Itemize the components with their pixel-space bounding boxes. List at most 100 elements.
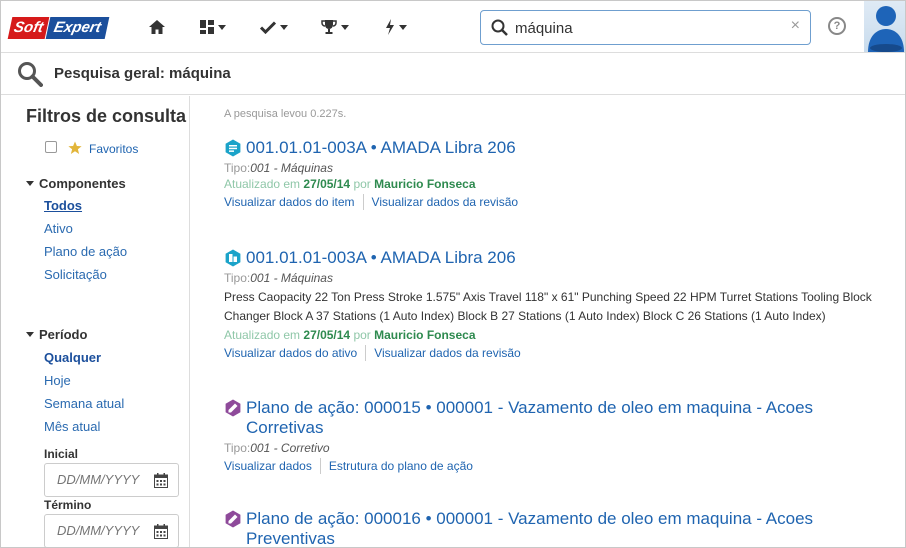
search-timing: A pesquisa levou 0.227s. bbox=[224, 108, 347, 120]
divider bbox=[362, 194, 364, 210]
start-date-input[interactable] bbox=[57, 472, 152, 487]
global-search-box[interactable]: × bbox=[480, 10, 811, 45]
component-filter-plano-de-acao[interactable]: Plano de ação bbox=[44, 244, 127, 259]
top-navbar: Soft Expert × ? bbox=[1, 1, 905, 53]
period-section-toggle[interactable]: Período bbox=[26, 327, 87, 342]
result-description: Press Caopacity 22 Ton Press Stroke 1.57… bbox=[224, 290, 872, 323]
softexpert-logo[interactable]: Soft Expert bbox=[7, 17, 124, 39]
favorites-label[interactable]: Favoritos bbox=[89, 142, 138, 156]
chevron-down-icon bbox=[280, 24, 288, 30]
result-title-link[interactable]: Plano de ação: 000016 • 000001 - Vazamen… bbox=[224, 509, 884, 548]
result-actions: Visualizar dados do ativo Visualizar dad… bbox=[224, 345, 884, 362]
quick-actions-menu-button[interactable] bbox=[385, 14, 407, 40]
user-avatar[interactable] bbox=[864, 1, 905, 52]
view-revision-data-link[interactable]: Visualizar dados da revisão bbox=[374, 346, 521, 362]
view-asset-data-link[interactable]: Visualizar dados do ativo bbox=[224, 346, 357, 362]
end-date-field[interactable] bbox=[44, 514, 179, 547]
view-item-data-link[interactable]: Visualizar dados do item bbox=[224, 195, 355, 211]
search-results: A pesquisa levou 0.227s. 001.01.01-003A … bbox=[191, 96, 905, 548]
checkmark-icon bbox=[260, 21, 276, 34]
type-label: Tipo: bbox=[224, 271, 251, 285]
period-filter-hoje[interactable]: Hoje bbox=[44, 373, 71, 388]
dashboard-menu-button[interactable] bbox=[200, 14, 226, 40]
logo-soft: Soft bbox=[7, 17, 50, 39]
logo-expert: Expert bbox=[45, 17, 110, 39]
dashboard-icon bbox=[200, 20, 214, 34]
page-title: Pesquisa geral: máquina bbox=[54, 65, 231, 82]
result-item: Plano de ação: 000016 • 000001 - Vazamen… bbox=[224, 509, 884, 548]
action-plan-icon bbox=[224, 510, 242, 528]
result-title: Plano de ação: 000016 • 000001 - Vazamen… bbox=[246, 509, 814, 548]
result-title: 001.01.01-003A • AMADA Libra 206 bbox=[246, 248, 516, 267]
period-filter-qualquer[interactable]: Qualquer bbox=[44, 350, 101, 365]
page-header: Pesquisa geral: máquina bbox=[1, 53, 905, 95]
updated-prefix: Atualizado em bbox=[224, 177, 301, 191]
search-icon bbox=[491, 19, 508, 36]
chevron-down-icon bbox=[399, 24, 407, 30]
help-icon[interactable]: ? bbox=[828, 17, 846, 35]
home-icon bbox=[149, 20, 165, 34]
result-title: Plano de ação: 000015 • 000001 - Vazamen… bbox=[246, 398, 814, 437]
updated-by: por bbox=[353, 177, 371, 191]
result-title-link[interactable]: 001.01.01-003A • AMADA Libra 206 bbox=[224, 248, 884, 268]
calendar-icon[interactable] bbox=[154, 473, 168, 488]
result-type: Tipo:001 - Corretivo bbox=[224, 441, 884, 455]
filters-heading: Filtros de consulta bbox=[26, 106, 187, 126]
divider bbox=[365, 345, 367, 361]
trophy-icon bbox=[321, 20, 337, 34]
type-value: 001 - Máquinas bbox=[250, 271, 333, 285]
component-filter-ativo[interactable]: Ativo bbox=[44, 221, 73, 236]
start-date-label: Inicial bbox=[44, 447, 79, 461]
end-date-input[interactable] bbox=[57, 523, 152, 538]
calendar-icon[interactable] bbox=[154, 524, 168, 539]
result-title-link[interactable]: 001.01.01-003A • AMADA Libra 206 bbox=[224, 138, 884, 158]
type-label: Tipo: bbox=[224, 441, 251, 455]
clear-search-icon[interactable]: × bbox=[791, 17, 800, 35]
asset-icon bbox=[224, 249, 242, 267]
view-data-link[interactable]: Visualizar dados bbox=[224, 459, 312, 475]
updated-by: por bbox=[353, 328, 371, 342]
star-icon bbox=[68, 141, 82, 154]
result-actions: Visualizar dados do item Visualizar dado… bbox=[224, 194, 884, 211]
app-window: Soft Expert × ? bbox=[0, 0, 906, 548]
lightning-icon bbox=[386, 19, 394, 35]
filters-sidebar: Filtros de consulta Favoritos Componente… bbox=[1, 96, 190, 547]
type-value: 001 - Máquinas bbox=[250, 161, 333, 175]
divider bbox=[319, 458, 321, 474]
chevron-down-icon bbox=[341, 24, 349, 30]
search-input[interactable] bbox=[515, 17, 775, 39]
home-button[interactable] bbox=[148, 14, 166, 40]
chevron-down-icon bbox=[218, 24, 226, 30]
period-filter-mes-atual[interactable]: Mês atual bbox=[44, 419, 100, 434]
updated-date: 27/05/14 bbox=[303, 177, 351, 191]
plan-structure-link[interactable]: Estrutura do plano de ação bbox=[329, 459, 473, 475]
components-label: Componentes bbox=[39, 176, 126, 191]
achievements-menu-button[interactable] bbox=[321, 14, 349, 40]
result-title-link[interactable]: Plano de ação: 000015 • 000001 - Vazamen… bbox=[224, 398, 884, 438]
result-updated: Atualizado em 27/05/14 por Mauricio Fons… bbox=[224, 328, 884, 342]
avatar-figure bbox=[868, 6, 904, 52]
updated-user: Mauricio Fonseca bbox=[374, 177, 476, 191]
view-revision-data-link[interactable]: Visualizar dados da revisão bbox=[372, 195, 519, 211]
updated-user: Mauricio Fonseca bbox=[374, 328, 476, 342]
tasks-menu-button[interactable] bbox=[260, 14, 288, 40]
result-item: 001.01.01-003A • AMADA Libra 206 Tipo:00… bbox=[224, 138, 884, 211]
end-date-label: Término bbox=[44, 498, 92, 512]
result-type: Tipo:001 - Máquinas bbox=[224, 161, 884, 175]
favorites-checkbox[interactable] bbox=[45, 141, 57, 153]
chevron-down-icon bbox=[26, 181, 34, 186]
result-actions: Visualizar dados Estrutura do plano de a… bbox=[224, 458, 884, 475]
start-date-field[interactable] bbox=[44, 463, 179, 497]
type-value: 001 - Corretivo bbox=[250, 441, 330, 455]
period-filter-semana-atual[interactable]: Semana atual bbox=[44, 396, 124, 411]
components-section-toggle[interactable]: Componentes bbox=[26, 176, 126, 191]
result-item: Plano de ação: 000015 • 000001 - Vazamen… bbox=[224, 398, 884, 475]
action-plan-icon bbox=[224, 399, 242, 417]
component-filter-solicitacao[interactable]: Solicitação bbox=[44, 267, 107, 282]
component-filter-todos[interactable]: Todos bbox=[44, 198, 82, 213]
search-icon bbox=[18, 62, 43, 87]
updated-date: 27/05/14 bbox=[303, 328, 351, 342]
result-title: 001.01.01-003A • AMADA Libra 206 bbox=[246, 138, 516, 157]
result-type: Tipo:001 - Máquinas bbox=[224, 271, 884, 285]
updated-prefix: Atualizado em bbox=[224, 328, 301, 342]
